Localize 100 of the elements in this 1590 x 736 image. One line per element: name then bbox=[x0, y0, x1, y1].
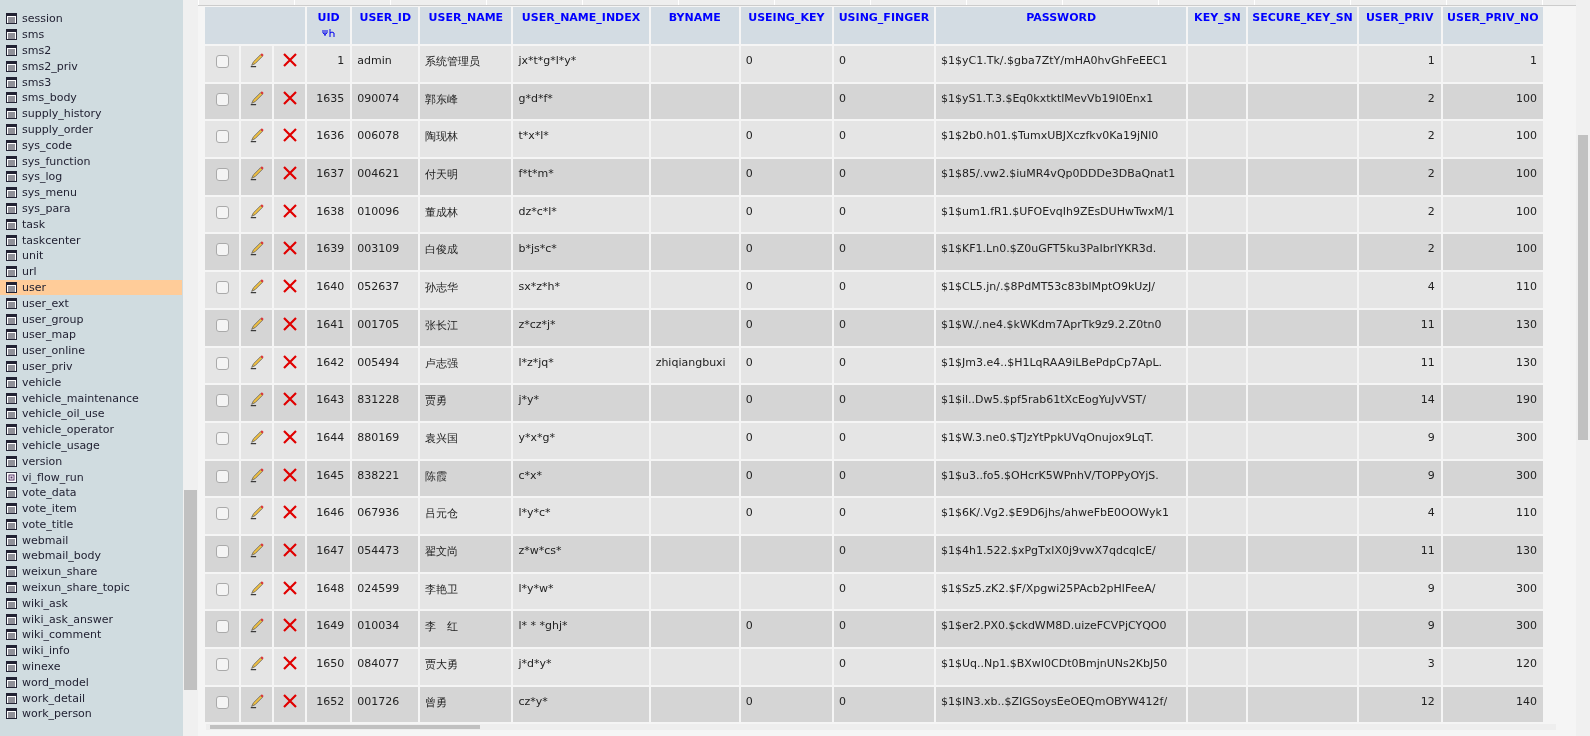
pencil-icon[interactable] bbox=[248, 52, 265, 69]
pencil-icon[interactable] bbox=[248, 617, 265, 634]
delete-icon[interactable] bbox=[281, 655, 298, 672]
table-list-item[interactable]: sys_para bbox=[0, 200, 182, 217]
table-list-item[interactable]: wiki_comment bbox=[0, 627, 182, 643]
delete-icon[interactable] bbox=[281, 89, 298, 106]
row-checkbox[interactable] bbox=[215, 281, 229, 295]
delete-icon[interactable] bbox=[281, 579, 298, 596]
table-list-item[interactable]: sys_log bbox=[0, 168, 182, 185]
row-checkbox[interactable] bbox=[215, 620, 229, 634]
table-list-item[interactable]: work_person bbox=[0, 706, 182, 722]
table-list-item[interactable]: vehicle bbox=[0, 374, 182, 391]
delete-icon[interactable] bbox=[281, 165, 298, 182]
table-list-item[interactable]: supply_history bbox=[0, 105, 182, 122]
table-list-item[interactable]: session bbox=[0, 11, 182, 27]
table-list-item[interactable]: weixun_share bbox=[0, 563, 182, 580]
column-header[interactable]: USER_PRIV bbox=[1358, 7, 1441, 45]
table-list-item[interactable]: vote_data bbox=[0, 484, 182, 501]
pencil-icon[interactable] bbox=[248, 655, 265, 672]
table-list-item[interactable]: sms bbox=[0, 26, 182, 43]
column-header[interactable]: USER_ID bbox=[352, 7, 419, 45]
table-list-item[interactable]: supply_order bbox=[0, 121, 182, 138]
table-list-item[interactable]: webmail bbox=[0, 532, 182, 549]
scrollbar-thumb[interactable] bbox=[1578, 135, 1588, 440]
delete-icon[interactable] bbox=[281, 202, 298, 219]
row-checkbox[interactable] bbox=[215, 168, 229, 182]
table-list-item[interactable]: work_detail bbox=[0, 690, 182, 707]
delete-icon[interactable] bbox=[281, 504, 298, 521]
table-list-item[interactable]: word_model bbox=[0, 674, 182, 691]
pencil-icon[interactable] bbox=[248, 278, 265, 295]
column-header[interactable]: BYNAME bbox=[650, 7, 739, 45]
delete-icon[interactable] bbox=[281, 52, 298, 69]
delete-icon[interactable] bbox=[281, 692, 298, 709]
table-list-item[interactable]: vehicle_oil_use bbox=[0, 405, 182, 422]
delete-icon[interactable] bbox=[281, 315, 298, 332]
pencil-icon[interactable] bbox=[248, 504, 265, 521]
column-header[interactable]: SECURE_KEY_SN bbox=[1248, 7, 1357, 45]
column-header[interactable]: USEING_KEY bbox=[740, 7, 832, 45]
table-list-item[interactable]: unit bbox=[0, 247, 182, 264]
row-checkbox[interactable] bbox=[215, 318, 229, 332]
row-checkbox[interactable] bbox=[215, 55, 229, 69]
row-checkbox[interactable] bbox=[215, 658, 229, 672]
row-checkbox[interactable] bbox=[215, 394, 229, 408]
table-list-item[interactable]: weixun_share_topic bbox=[0, 579, 182, 596]
pencil-icon[interactable] bbox=[248, 466, 265, 483]
delete-icon[interactable] bbox=[281, 278, 298, 295]
table-list-item[interactable]: vi_flow_run bbox=[0, 469, 182, 485]
table-list-item[interactable]: sys_code bbox=[0, 137, 182, 154]
pencil-icon[interactable] bbox=[248, 353, 265, 370]
delete-icon[interactable] bbox=[281, 428, 298, 445]
table-list-item[interactable]: vote_title bbox=[0, 516, 182, 533]
delete-icon[interactable] bbox=[281, 240, 298, 257]
table-list-item[interactable]: vehicle_maintenance bbox=[0, 390, 182, 406]
pencil-icon[interactable] bbox=[248, 240, 265, 257]
pencil-icon[interactable] bbox=[248, 579, 265, 596]
table-list-item[interactable]: sms_body bbox=[0, 90, 182, 106]
table-list-item[interactable]: taskcenter bbox=[0, 232, 182, 248]
table-list-item[interactable]: user_online bbox=[0, 342, 182, 359]
table-list-item[interactable]: wiki_ask_answer bbox=[0, 611, 182, 628]
delete-icon[interactable] bbox=[281, 541, 298, 558]
table-list-item[interactable]: sys_menu bbox=[0, 184, 182, 201]
table-list-item[interactable]: version bbox=[0, 453, 182, 470]
table-list-item[interactable]: vehicle_usage bbox=[0, 437, 182, 454]
column-header[interactable]: USING_FINGER bbox=[833, 7, 934, 45]
pencil-icon[interactable] bbox=[248, 165, 265, 182]
table-list-item[interactable]: sms3 bbox=[0, 74, 182, 90]
pencil-icon[interactable] bbox=[248, 541, 265, 558]
pencil-icon[interactable] bbox=[248, 391, 265, 408]
table-list-item[interactable]: user_priv bbox=[0, 358, 182, 375]
column-header[interactable]: USER_NAME bbox=[420, 7, 512, 45]
scrollbar-thumb[interactable] bbox=[210, 725, 480, 729]
column-header[interactable]: KEY_SN bbox=[1188, 7, 1247, 45]
row-checkbox[interactable] bbox=[215, 507, 229, 521]
scrollbar[interactable] bbox=[183, 0, 198, 736]
delete-icon[interactable] bbox=[281, 391, 298, 408]
table-list-item[interactable]: user_group bbox=[0, 311, 182, 327]
delete-icon[interactable] bbox=[281, 617, 298, 634]
table-list-item[interactable]: vote_item bbox=[0, 500, 182, 517]
row-checkbox[interactable] bbox=[215, 356, 229, 370]
column-header[interactable]: USER_PRIV_NO bbox=[1442, 7, 1543, 45]
table-list-item[interactable]: user_ext bbox=[0, 295, 182, 312]
row-checkbox[interactable] bbox=[215, 544, 229, 558]
scrollbar[interactable] bbox=[206, 724, 1556, 730]
row-checkbox[interactable] bbox=[215, 582, 229, 596]
table-list-item[interactable]: task bbox=[0, 216, 182, 233]
pencil-icon[interactable] bbox=[248, 127, 265, 144]
delete-icon[interactable] bbox=[281, 127, 298, 144]
table-list-item[interactable]: webmail_body bbox=[0, 548, 182, 564]
pencil-icon[interactable] bbox=[248, 202, 265, 219]
pencil-icon[interactable] bbox=[248, 428, 265, 445]
row-checkbox[interactable] bbox=[215, 205, 229, 219]
column-header[interactable]: USER_NAME_INDEX bbox=[513, 7, 649, 45]
table-list-item[interactable]: user_map bbox=[0, 326, 182, 343]
row-checkbox[interactable] bbox=[215, 130, 229, 144]
row-checkbox[interactable] bbox=[215, 695, 229, 709]
row-checkbox[interactable] bbox=[215, 243, 229, 257]
table-list-item[interactable]: wiki_ask bbox=[0, 595, 182, 612]
pencil-icon[interactable] bbox=[248, 692, 265, 709]
table-list-item[interactable]: sys_function bbox=[0, 153, 182, 169]
table-list-item[interactable]: winexe bbox=[0, 658, 182, 675]
